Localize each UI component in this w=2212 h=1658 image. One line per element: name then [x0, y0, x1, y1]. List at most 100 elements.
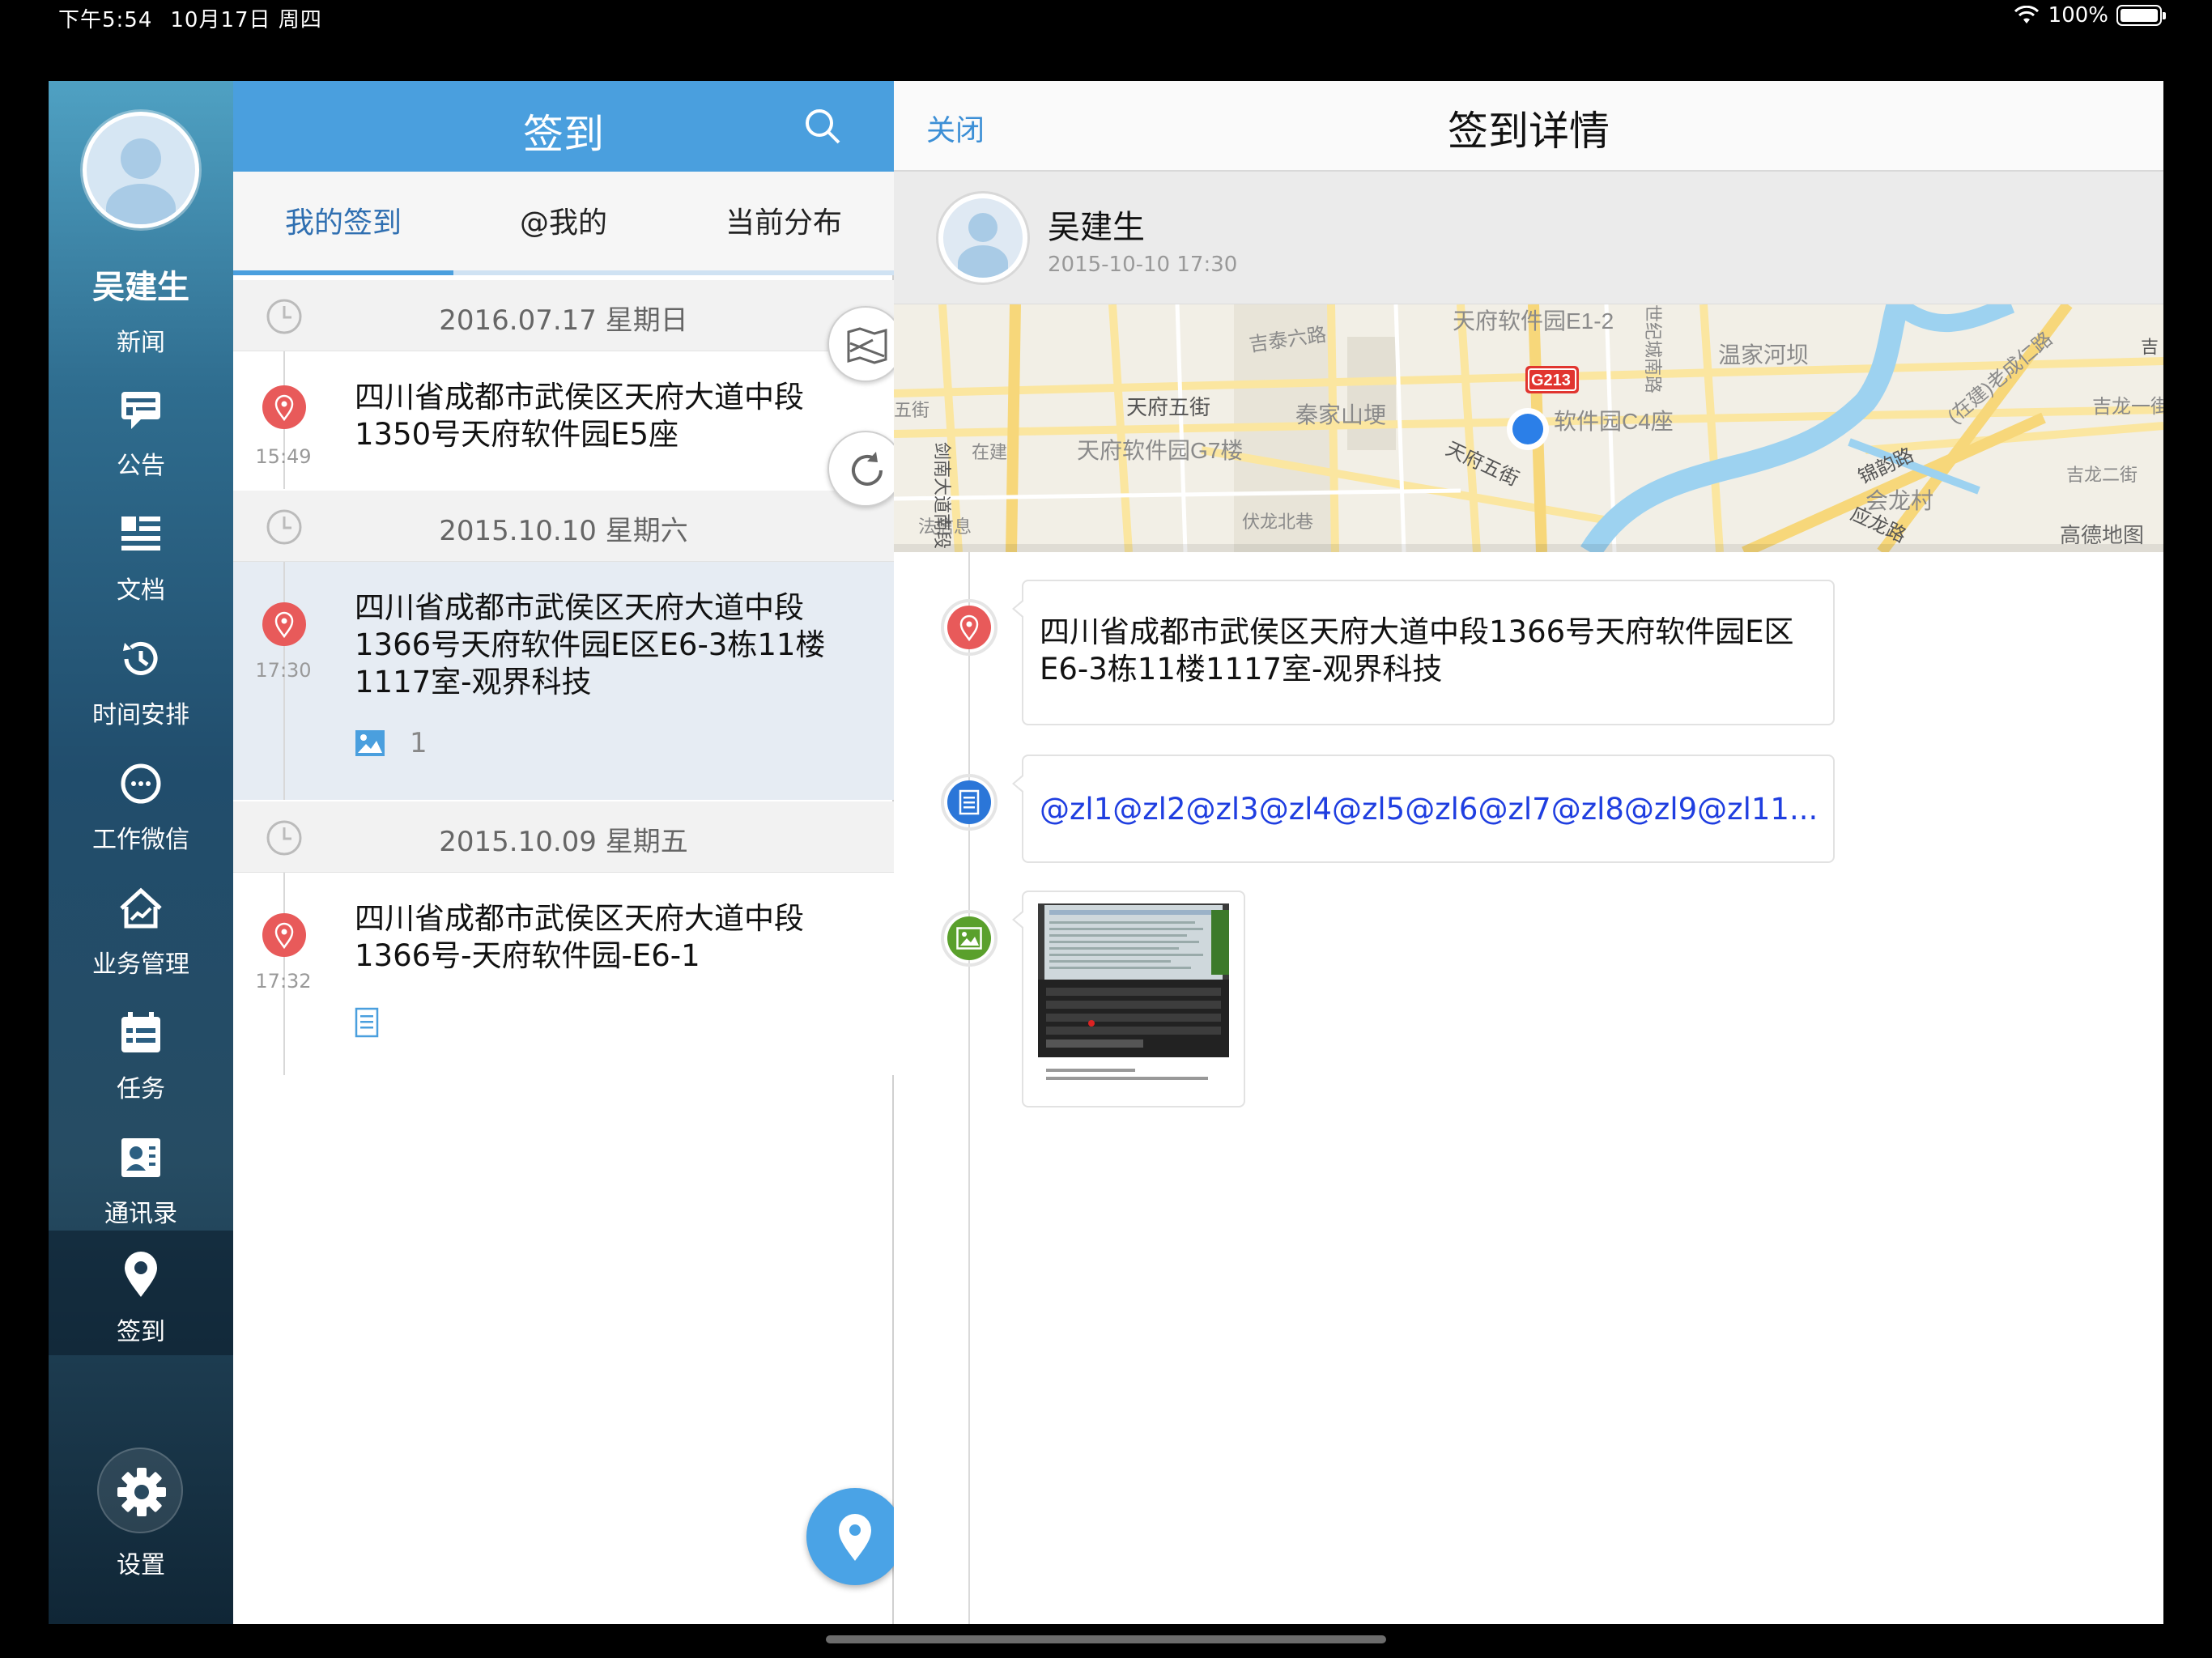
chat-bubble-icon	[121, 763, 161, 804]
map-label: 天府软件园G7楼	[1077, 438, 1243, 463]
location-map[interactable]: 天府软件园E1-2 吉泰六路 温家河坝 (在建)老成仁路 吉龙一街 天府五街 秦…	[894, 304, 2163, 552]
detail-timestamp: 2015-10-10 17:30	[1048, 253, 1238, 277]
detail-address: 四川省成都市武侯区天府大道中段1366号天府软件园E区E6-3栋11楼1117室…	[1040, 614, 1794, 687]
detail-header: 关闭 签到详情	[894, 81, 2163, 172]
sidebar-item-business[interactable]: 业务管理	[49, 868, 233, 989]
location-pin-icon	[262, 602, 306, 646]
user-avatar[interactable]	[83, 112, 199, 228]
list-item[interactable]: 15:49 四川省成都市武侯区天府大道中段1350号天府软件园E5座	[233, 351, 894, 489]
checkin-detail-panel: 关闭 签到详情 吴建生 2015-10-10 17:30 天府软件园E1-2 吉…	[894, 81, 2163, 1624]
entry-time: 15:49	[255, 445, 312, 468]
map-label: G213	[1531, 372, 1571, 389]
sidebar-item-schedule[interactable]: 时间安排	[49, 619, 233, 740]
attached-photo-thumbnail[interactable]	[1038, 902, 1232, 1096]
date-label: 2015.10.09 星期五	[439, 826, 688, 858]
list-tabs: 我的签到 @我的 当前分布	[233, 172, 894, 275]
map-label: 高德地图	[2060, 523, 2144, 547]
map-label: 天府软件园E1-2	[1453, 308, 1614, 334]
list-item[interactable]: 17:32 四川省成都市武侯区天府大道中段1366号-天府软件园-E6-1	[233, 873, 894, 1075]
battery-percent: 100%	[2048, 3, 2108, 28]
calendar-icon	[121, 1012, 160, 1052]
image-attachment[interactable]: 1	[355, 727, 428, 759]
new-checkin-button[interactable]	[806, 1488, 904, 1585]
sidebar-item-label: 时间安排	[92, 701, 189, 729]
mentions-bubble[interactable]: @zl1@zl2@zl3@zl4@zl5@zl6@zl7@zl8@zl9@zl1…	[1012, 755, 1835, 863]
search-icon[interactable]	[800, 104, 845, 149]
map-label: 剑南大道南段	[932, 442, 952, 549]
map-toggle-button[interactable]	[827, 306, 904, 382]
note-icon[interactable]	[355, 1007, 379, 1038]
sidebar-item-label: 任务	[117, 1075, 165, 1103]
map-label: 吉	[2141, 337, 2159, 357]
list-item-selected[interactable]: 17:30 四川省成都市武侯区天府大道中段1366号天府软件园E区E6-3栋11…	[233, 562, 894, 800]
map-label: 在建	[972, 442, 1007, 462]
map-label: 天府五街	[1126, 395, 1210, 419]
house-chart-icon	[120, 887, 162, 929]
mentions-text[interactable]: @zl1@zl2@zl3@zl4@zl5@zl6@zl7@zl8@zl9@zl1…	[1040, 792, 1818, 827]
sidebar-item-news[interactable]: 新闻	[49, 322, 233, 358]
sidebar-item-work-wechat[interactable]: 工作微信	[49, 743, 233, 865]
status-date: 10月17日 周四	[170, 8, 322, 32]
date-label: 2016.07.17 星期日	[439, 304, 688, 337]
sidebar-item-label: 公告	[117, 452, 165, 480]
avatar	[936, 191, 1030, 285]
map-label: 世纪城南路	[1643, 304, 1663, 393]
contacts-icon	[121, 1138, 160, 1177]
home-indicator[interactable]	[826, 1635, 1386, 1643]
map-canvas: 天府软件园E1-2 吉泰六路 温家河坝 (在建)老成仁路 吉龙一街 天府五街 秦…	[894, 304, 2163, 552]
tab-distribution[interactable]: 当前分布	[674, 172, 894, 275]
tab-my-checkins[interactable]: 我的签到	[233, 172, 453, 275]
list-title: 签到	[523, 111, 604, 158]
announcement-icon	[121, 392, 160, 429]
sidebar-item-label: 文档	[117, 576, 165, 605]
date-label: 2015.10.10 星期六	[439, 515, 688, 547]
entry-address: 四川省成都市武侯区天府大道中段1350号天府软件园E5座	[355, 380, 804, 452]
sidebar-user-name[interactable]: 吴建生	[49, 261, 233, 308]
refresh-button[interactable]	[827, 431, 904, 507]
sidebar-item-label: 通讯录	[104, 1200, 177, 1228]
battery-icon	[2116, 5, 2166, 26]
detail-profile: 吴建生 2015-10-10 17:30	[894, 172, 2163, 304]
sidebar-item-documents[interactable]: 文档	[49, 494, 233, 615]
map-label: 五街	[894, 400, 929, 420]
timeline-line	[968, 552, 970, 1624]
settings-button[interactable]	[97, 1448, 183, 1533]
wifi-icon	[2014, 6, 2039, 23]
date-header: 2016.07.17 星期日	[233, 280, 894, 351]
sidebar-item-label: 业务管理	[92, 950, 189, 979]
map-label: 秦家山埂	[1295, 402, 1386, 427]
date-header: 2015.10.10 星期六	[233, 491, 894, 562]
timeline-note-marker	[941, 774, 998, 831]
detail-user-name: 吴建生	[1048, 209, 1145, 246]
tab-mentions[interactable]: @我的	[453, 172, 674, 275]
sidebar-item-label: 工作微信	[92, 826, 189, 854]
sidebar-item-announcements[interactable]: 公告	[49, 369, 233, 491]
status-bar: 下午5:54 10月17日 周四 100%	[0, 0, 2212, 79]
sidebar-item-contacts[interactable]: 通讯录	[49, 1117, 233, 1239]
map-label: 温家河坝	[1718, 342, 1809, 368]
location-pin-icon	[125, 1252, 157, 1297]
entry-address: 四川省成都市武侯区天府大道中段1366号-天府软件园-E6-1	[355, 901, 804, 973]
sidebar-item-checkin[interactable]: 签到	[49, 1231, 233, 1355]
map-label: 伏龙北巷	[1242, 512, 1313, 532]
entry-time: 17:32	[255, 970, 312, 993]
map-label: 软件园C4座	[1554, 409, 1674, 434]
sidebar-item-tasks[interactable]: 任务	[49, 993, 233, 1114]
location-pin-icon	[959, 614, 979, 641]
date-header: 2015.10.09 星期五	[233, 801, 894, 873]
sidebar: 吴建生 新闻 公告 文档 时间安排 工作微信 业务管理 任务 通讯录 签到 设置	[49, 81, 233, 1624]
status-time: 下午5:54	[58, 8, 153, 32]
image-icon	[956, 927, 982, 950]
map-label: 会龙村	[1865, 488, 1933, 513]
location-pin-icon	[262, 913, 306, 957]
photo-bubble[interactable]	[1012, 891, 1245, 1107]
map-label: 吉龙一街	[2092, 396, 2163, 418]
document-icon	[121, 517, 160, 551]
app-window: 吴建生 新闻 公告 文档 时间安排 工作微信 业务管理 任务 通讯录 签到 设置…	[49, 81, 2163, 1624]
list-header: 签到	[233, 81, 894, 172]
note-icon	[959, 789, 980, 815]
status-right: 100%	[2014, 3, 2166, 28]
timeline-image-marker	[941, 910, 998, 967]
image-icon	[355, 730, 385, 756]
sidebar-item-label: 签到	[117, 1318, 165, 1346]
